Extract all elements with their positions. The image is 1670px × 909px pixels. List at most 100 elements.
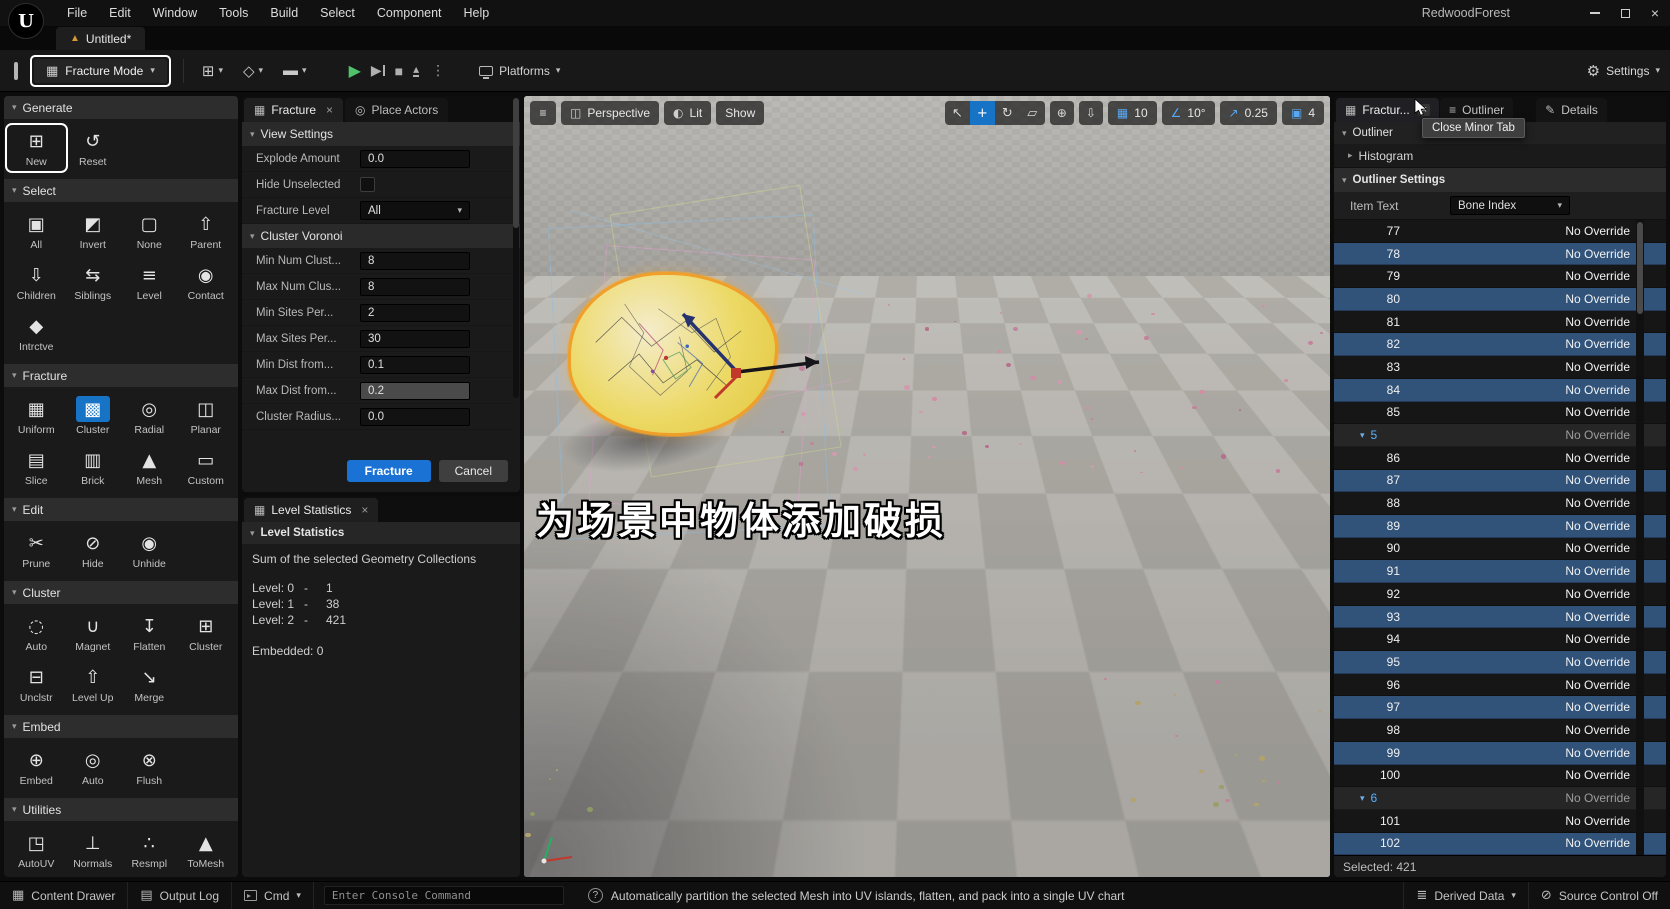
unreal-logo[interactable]: U: [8, 3, 44, 39]
menu-help[interactable]: Help: [453, 0, 501, 26]
tool-contact[interactable]: ◉ Contact: [178, 260, 235, 304]
tool-autouv[interactable]: ◳ AutoUV: [8, 828, 65, 872]
perspective-dropdown[interactable]: ◫ Perspective: [561, 101, 660, 125]
minimize-button[interactable]: [1580, 0, 1610, 26]
outliner-row[interactable]: 100 No Override: [1334, 765, 1666, 788]
tool-auto[interactable]: ◌ Auto: [8, 611, 65, 655]
derived-data-button[interactable]: ≣ Derived Data ▾: [1403, 882, 1527, 909]
outliner-settings-header[interactable]: ▾ Outliner Settings: [1334, 168, 1666, 192]
outliner-scrollbar[interactable]: [1636, 220, 1644, 855]
tool-all[interactable]: ▣ All: [8, 209, 65, 253]
tool-siblings[interactable]: ⇆ Siblings: [65, 260, 122, 304]
tool-cluster[interactable]: ⊞ Cluster: [178, 611, 235, 655]
outliner-row[interactable]: 82 No Override: [1334, 333, 1666, 357]
number-input[interactable]: 8: [360, 251, 470, 270]
tool-none[interactable]: ▢ None: [121, 209, 178, 253]
number-input[interactable]: 2: [360, 303, 470, 322]
number-input[interactable]: 0.2: [360, 381, 470, 400]
tool-mesh[interactable]: ▲ Mesh: [121, 445, 178, 489]
menu-file[interactable]: File: [56, 0, 98, 26]
outliner-row[interactable]: 89 No Override: [1334, 514, 1666, 538]
tool-custom[interactable]: ▭ Custom: [178, 445, 235, 489]
save-button[interactable]: [10, 61, 22, 80]
dropdown[interactable]: All ▾: [360, 201, 470, 220]
outliner-row[interactable]: 78 No Override: [1334, 242, 1666, 266]
tool-reset[interactable]: ↺ Reset: [65, 126, 122, 170]
checkbox[interactable]: [360, 177, 375, 192]
level-statistics-header[interactable]: ▾ Level Statistics: [242, 522, 520, 544]
tool-radial[interactable]: ◎ Radial: [121, 394, 178, 438]
close-icon[interactable]: ×: [361, 503, 368, 517]
outliner-group-row[interactable]: ▾ 6 No Override: [1334, 787, 1666, 810]
close-icon[interactable]: ×: [326, 103, 333, 117]
outliner-row[interactable]: 84 No Override: [1334, 378, 1666, 402]
menu-tools[interactable]: Tools: [208, 0, 259, 26]
outliner-row[interactable]: 85 No Override: [1334, 402, 1666, 425]
cinematics-button[interactable]: ▬ ▾: [277, 58, 313, 83]
tool-unhide[interactable]: ◉ Unhide: [121, 528, 178, 572]
stop-button[interactable]: ■: [395, 63, 403, 79]
grid-snap-control[interactable]: ▦ 10: [1107, 101, 1157, 125]
outliner-row[interactable]: 92 No Override: [1334, 583, 1666, 606]
collapse-arrow-icon[interactable]: ▾: [1360, 430, 1365, 441]
outliner-row[interactable]: 91 No Override: [1334, 560, 1666, 583]
number-input[interactable]: 0.1: [360, 355, 470, 374]
viewport-menu-button[interactable]: ≡: [530, 101, 556, 125]
tool-new[interactable]: ⊞ New: [5, 123, 68, 173]
outliner-row[interactable]: 94 No Override: [1334, 628, 1666, 652]
menu-build[interactable]: Build: [259, 0, 309, 26]
rotate-tool-icon[interactable]: ↻: [995, 101, 1020, 125]
number-input[interactable]: 30: [360, 329, 470, 348]
close-button[interactable]: ×: [1640, 0, 1670, 26]
outliner-row[interactable]: 96 No Override: [1334, 674, 1666, 697]
bone-index-dropdown[interactable]: Bone Index ▾: [1450, 196, 1570, 215]
world-space-toggle[interactable]: ⊕: [1049, 101, 1074, 125]
outliner-row[interactable]: 88 No Override: [1334, 492, 1666, 515]
cancel-button[interactable]: Cancel: [438, 460, 508, 482]
tool-slice[interactable]: ▤ Slice: [8, 445, 65, 489]
menu-select[interactable]: Select: [309, 0, 366, 26]
section-header-cluster[interactable]: ▾ Cluster: [4, 581, 238, 604]
outliner-row[interactable]: 79 No Override: [1334, 265, 1666, 289]
number-input[interactable]: 0.0: [360, 407, 470, 426]
platforms-dropdown[interactable]: Platforms ▾: [479, 64, 560, 79]
outliner-row[interactable]: 95 No Override: [1334, 651, 1666, 674]
outliner-row[interactable]: 98 No Override: [1334, 719, 1666, 742]
outliner-row[interactable]: 83 No Override: [1334, 356, 1666, 379]
outliner-row[interactable]: 87 No Override: [1334, 469, 1666, 493]
section-header-embed[interactable]: ▾ Embed: [4, 715, 238, 738]
property-group-cluster-voronoi[interactable]: ▾ Cluster Voronoi: [242, 224, 520, 248]
menu-component[interactable]: Component: [366, 0, 453, 26]
outliner-row[interactable]: 97 No Override: [1334, 696, 1666, 720]
eject-button[interactable]: ▴: [413, 63, 420, 77]
camera-speed-control[interactable]: ▣ 4: [1281, 101, 1324, 125]
tool-hide[interactable]: ⊘ Hide: [65, 528, 122, 572]
tool-merge[interactable]: ↘ Merge: [121, 662, 178, 706]
scale-tool-icon[interactable]: ▱: [1020, 101, 1045, 125]
tool-parent[interactable]: ⇧ Parent: [178, 209, 235, 253]
tool-prune[interactable]: ✂ Prune: [8, 528, 65, 572]
section-header-fracture[interactable]: ▾ Fracture: [4, 364, 238, 387]
tool-magnet[interactable]: ∪ Magnet: [65, 611, 122, 655]
surface-snap-toggle[interactable]: ⇩: [1078, 101, 1103, 125]
outliner-row[interactable]: 86 No Override: [1334, 447, 1666, 470]
settings-dropdown[interactable]: ⚙ Settings ▾: [1587, 62, 1660, 80]
property-group-view-settings[interactable]: ▾ View Settings: [242, 122, 520, 146]
tool-uniform[interactable]: ▦ Uniform: [8, 394, 65, 438]
viewport[interactable]: 为场景中物体添加破损 ≡ ◫ Perspective ◐ Lit Show ↖ …: [524, 96, 1330, 877]
tool-brick[interactable]: ▥ Brick: [65, 445, 122, 489]
tab-level-statistics[interactable]: ▦ Level Statistics ×: [244, 498, 379, 522]
play-options-kebab-icon[interactable]: ⋮: [431, 62, 445, 79]
add-actor-button[interactable]: ⊞ ▾: [196, 58, 229, 84]
content-drawer-button[interactable]: ▦ Content Drawer: [0, 882, 129, 909]
tool-embed[interactable]: ⊕ Embed: [8, 745, 65, 789]
tool-invert[interactable]: ◩ Invert: [65, 209, 122, 253]
section-header-utilities[interactable]: ▾ Utilities: [4, 798, 238, 821]
outliner-row[interactable]: 93 No Override: [1334, 605, 1666, 629]
move-tool-icon[interactable]: +: [969, 101, 995, 125]
number-input[interactable]: 8: [360, 277, 470, 296]
mode-selector[interactable]: ▦ Fracture Mode ▾: [34, 58, 167, 83]
outliner-row[interactable]: 101 No Override: [1334, 810, 1666, 833]
lit-dropdown[interactable]: ◐ Lit: [664, 101, 712, 125]
tool-resmpl[interactable]: ∴ Resmpl: [121, 828, 178, 872]
